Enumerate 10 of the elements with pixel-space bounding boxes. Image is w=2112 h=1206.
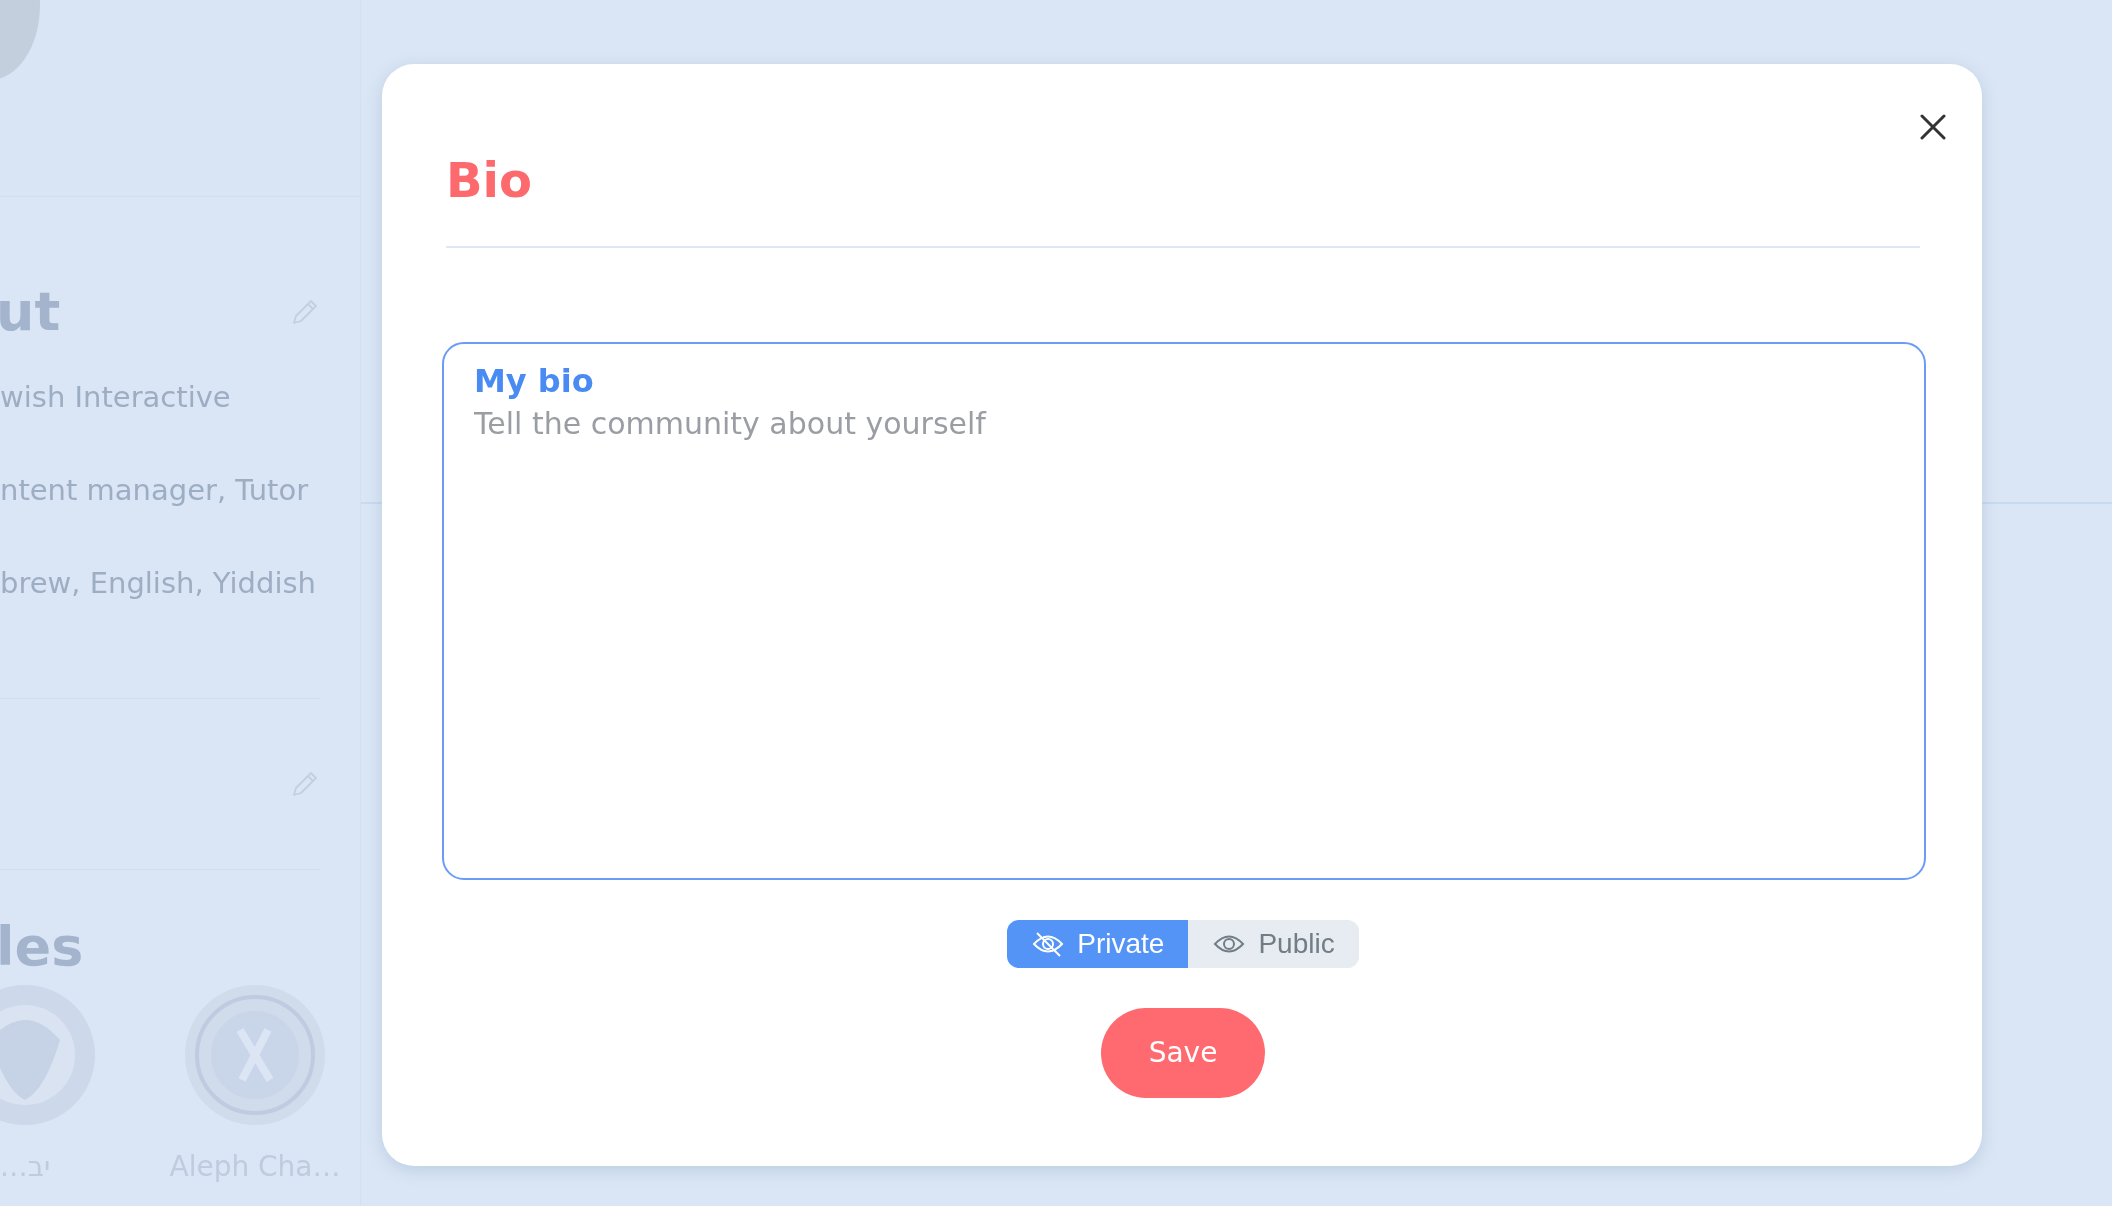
profile-detail: brew, English, Yiddish (0, 565, 317, 602)
dialog-title: Bio (446, 152, 532, 210)
close-icon (1920, 114, 1946, 140)
visibility-option[interactable]: Private (1007, 919, 1189, 968)
bio-field[interactable]: My bio Tell the community about yourself (442, 341, 1926, 880)
profile-detail: ntent manager, Tutor (0, 472, 310, 509)
save-button[interactable]: Save (1101, 1007, 1265, 1098)
profile-detail: wish Interactive (0, 379, 232, 416)
eye-slash-icon (1031, 930, 1066, 957)
field-label: My bio (474, 361, 594, 400)
